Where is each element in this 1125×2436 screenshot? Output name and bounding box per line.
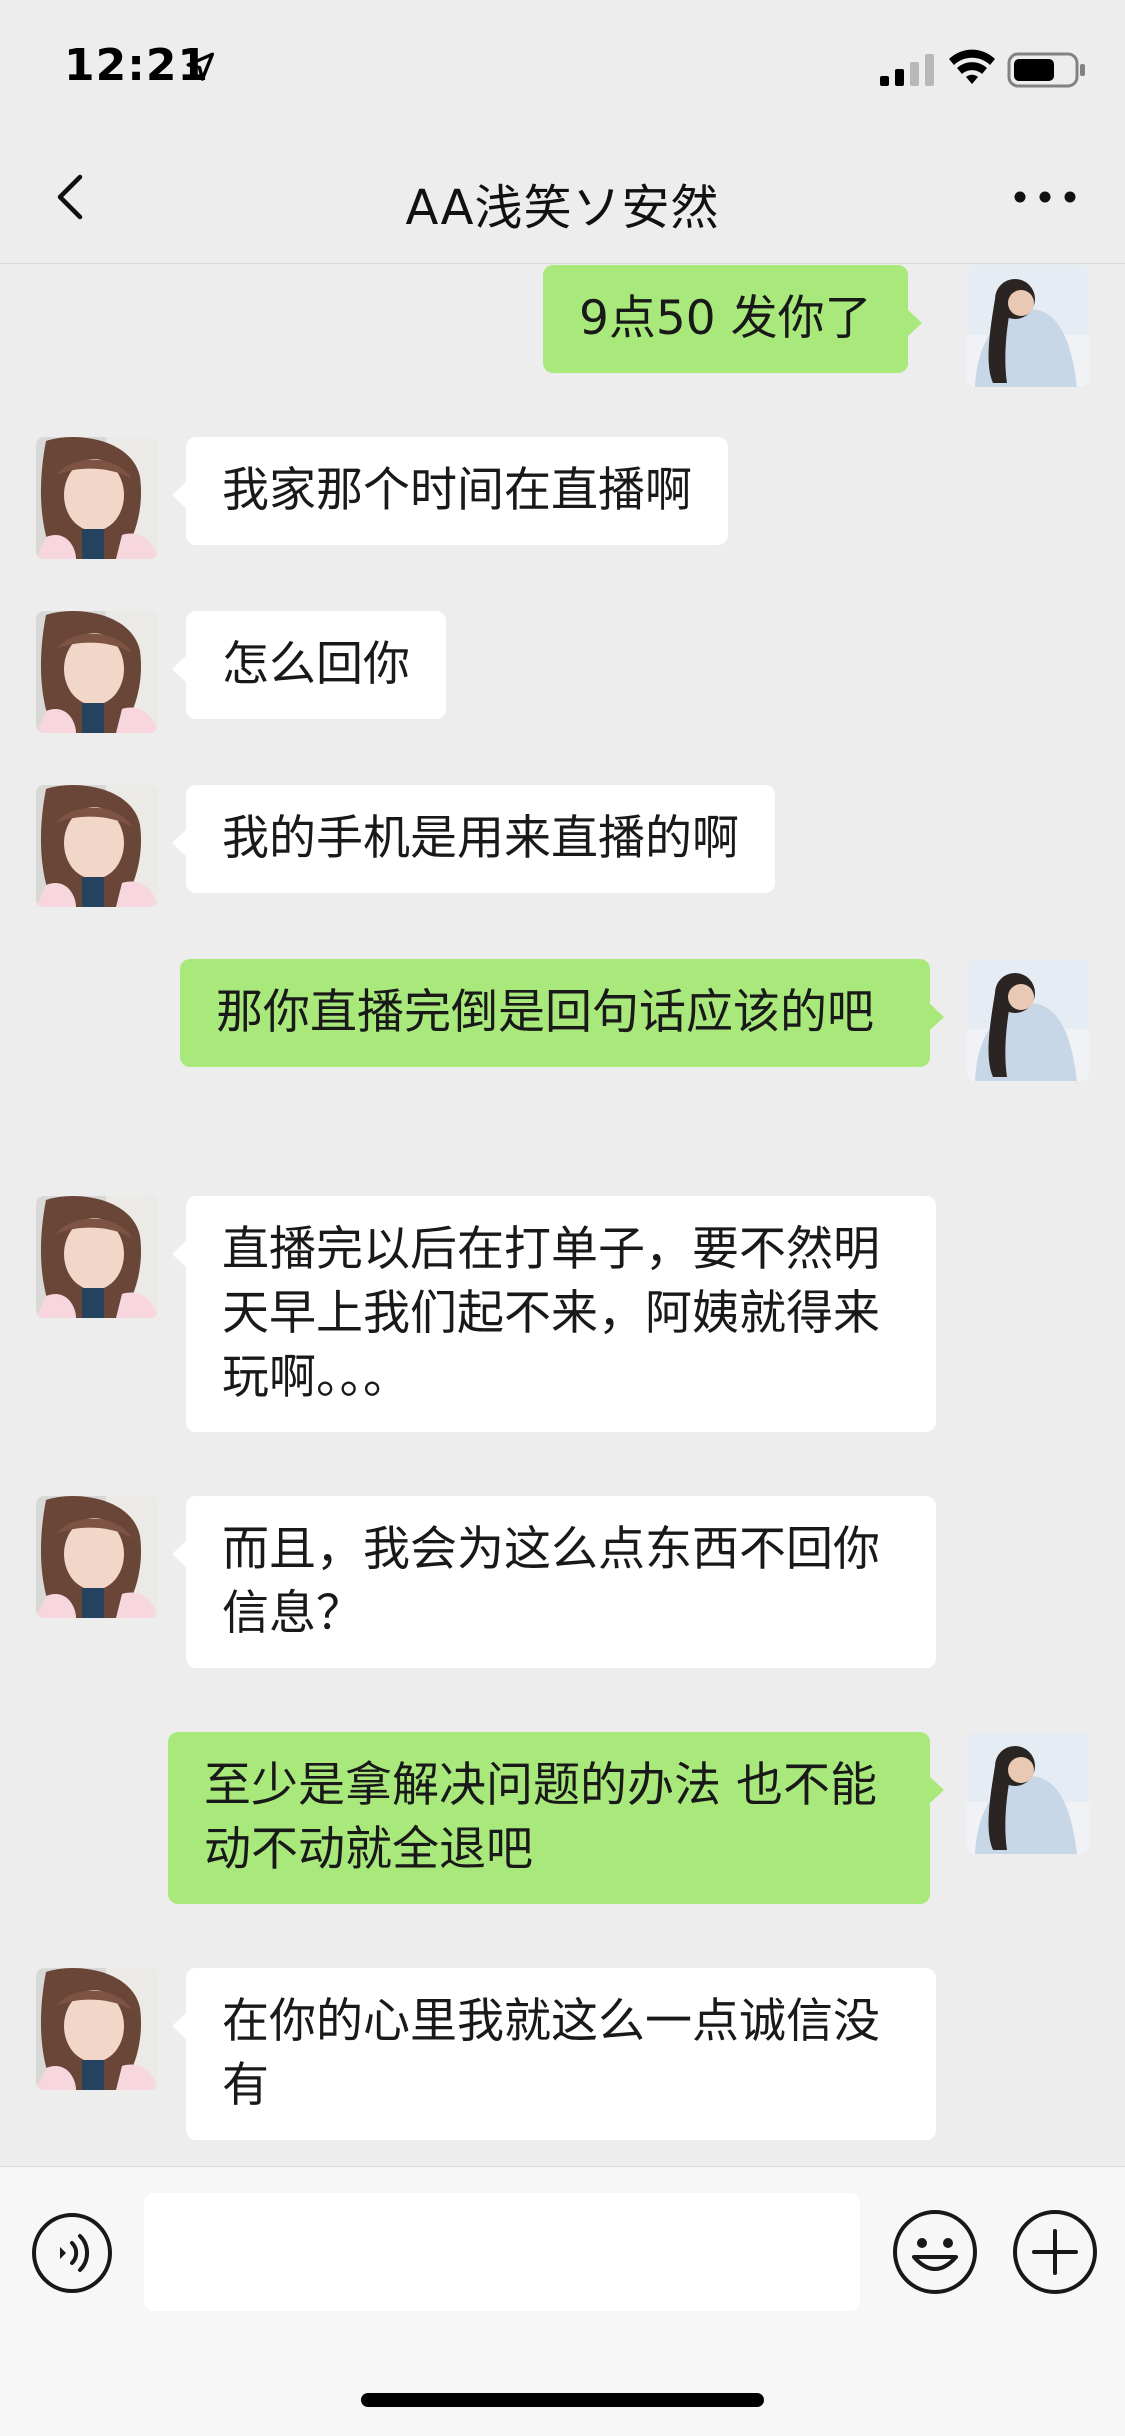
nav-bar: AA浅笑ソ安然 (0, 132, 1125, 264)
contact-avatar[interactable] (36, 785, 158, 907)
message-bubble-incoming[interactable]: 我家那个时间在直播啊 (172, 437, 728, 545)
battery-icon (1007, 52, 1085, 88)
contact-avatar[interactable] (36, 1968, 158, 2090)
plus-icon[interactable] (1010, 2207, 1100, 2297)
my-avatar[interactable] (967, 265, 1089, 387)
chevron-left-icon[interactable] (40, 165, 104, 229)
cellular-signal-icon (880, 54, 934, 86)
wifi-icon (949, 49, 995, 84)
chat-screen: 12:21 AA浅笑ソ安然 9点50 发你了 我家那个时间在直播啊 怎么回你 我… (0, 0, 1125, 2436)
message-bubble-incoming[interactable]: 怎么回你 (172, 611, 446, 719)
conversation-title: AA浅笑ソ安然 (405, 180, 720, 236)
message-bubble-incoming[interactable]: 直播完以后在打单子，要不然明天早上我们起不来，阿姨就得来玩啊。。。 (172, 1196, 936, 1432)
home-indicator[interactable] (361, 2393, 764, 2407)
location-arrow-icon (186, 52, 215, 81)
contact-avatar[interactable] (36, 437, 158, 559)
contact-avatar[interactable] (36, 611, 158, 733)
message-input[interactable] (144, 2193, 860, 2311)
emoji-icon[interactable] (890, 2207, 980, 2297)
contact-avatar[interactable] (36, 1496, 158, 1618)
input-bar (0, 2166, 1125, 2436)
more-dots-icon[interactable] (1000, 172, 1090, 222)
message-bubble-outgoing[interactable]: 那你直播完倒是回句话应该的吧 (180, 959, 944, 1067)
message-bubble-outgoing[interactable]: 至少是拿解决问题的办法 也不能动不动就全退吧 (168, 1732, 944, 1904)
message-bubble-incoming[interactable]: 而且，我会为这么点东西不回你信息？ (172, 1496, 936, 1668)
my-avatar[interactable] (967, 959, 1089, 1081)
message-list[interactable]: 9点50 发你了 我家那个时间在直播啊 怎么回你 我的手机是用来直播的啊 那你直… (0, 265, 1125, 2167)
message-bubble-incoming[interactable]: 我的手机是用来直播的啊 (172, 785, 775, 893)
my-avatar[interactable] (967, 1732, 1089, 1854)
message-bubble-incoming[interactable]: 在你的心里我就这么一点诚信没有 (172, 1968, 936, 2140)
message-bubble-outgoing[interactable]: 9点50 发你了 (543, 265, 922, 373)
status-bar: 12:21 (0, 0, 1125, 132)
voice-input-icon[interactable] (30, 2211, 114, 2295)
contact-avatar[interactable] (36, 1196, 158, 1318)
